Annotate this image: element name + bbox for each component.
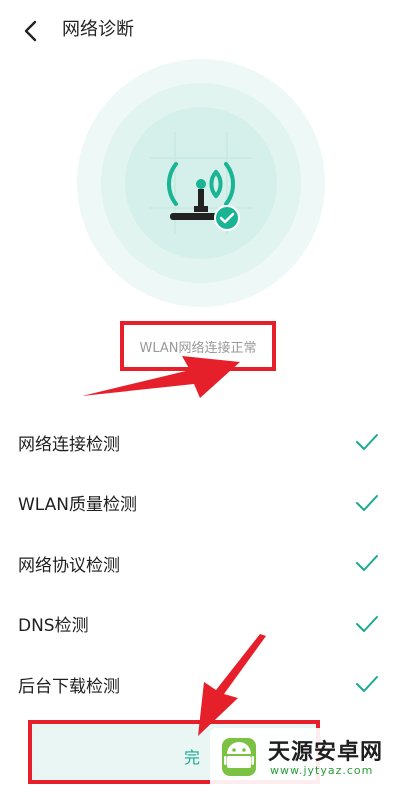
connection-status-text: WLAN网络连接正常 bbox=[139, 340, 257, 356]
check-item: 后台下载检测 bbox=[0, 654, 402, 715]
checkmark-icon bbox=[354, 429, 380, 455]
back-button[interactable] bbox=[14, 14, 48, 48]
check-label: 后台下载检测 bbox=[18, 676, 120, 697]
check-item: 网络协议检测 bbox=[0, 533, 402, 594]
done-button-label: 完 bbox=[184, 748, 201, 767]
top-bar: 网络诊断 bbox=[0, 0, 402, 62]
page-title: 网络诊断 bbox=[62, 19, 134, 40]
status-annotation-box: WLAN网络连接正常 bbox=[120, 321, 276, 371]
watermark-url: www.jytyaz.com bbox=[270, 764, 374, 777]
check-label: WLAN质量检测 bbox=[18, 495, 138, 516]
site-watermark: 天源安卓网 www.jytyaz.com bbox=[210, 728, 402, 784]
diagnosis-checklist: 网络连接检测 WLAN质量检测 网络协议检测 DNS检测 后台下载检测 bbox=[0, 412, 402, 715]
check-item: 网络连接检测 bbox=[0, 412, 402, 473]
check-label: DNS检测 bbox=[18, 616, 89, 637]
watermark-name: 天源安卓网 bbox=[268, 740, 384, 765]
diagnosis-illustration bbox=[0, 58, 402, 308]
check-label: 网络协议检测 bbox=[18, 555, 120, 576]
check-item: WLAN质量检测 bbox=[0, 473, 402, 534]
android-logo-icon bbox=[222, 738, 256, 776]
checkmark-icon bbox=[354, 611, 380, 637]
checkmark-icon bbox=[354, 550, 380, 576]
checkmark-icon bbox=[354, 671, 380, 697]
check-item: DNS检测 bbox=[0, 594, 402, 655]
check-label: 网络连接检测 bbox=[18, 434, 120, 455]
checkmark-icon bbox=[354, 490, 380, 516]
chevron-left-icon bbox=[24, 20, 37, 42]
